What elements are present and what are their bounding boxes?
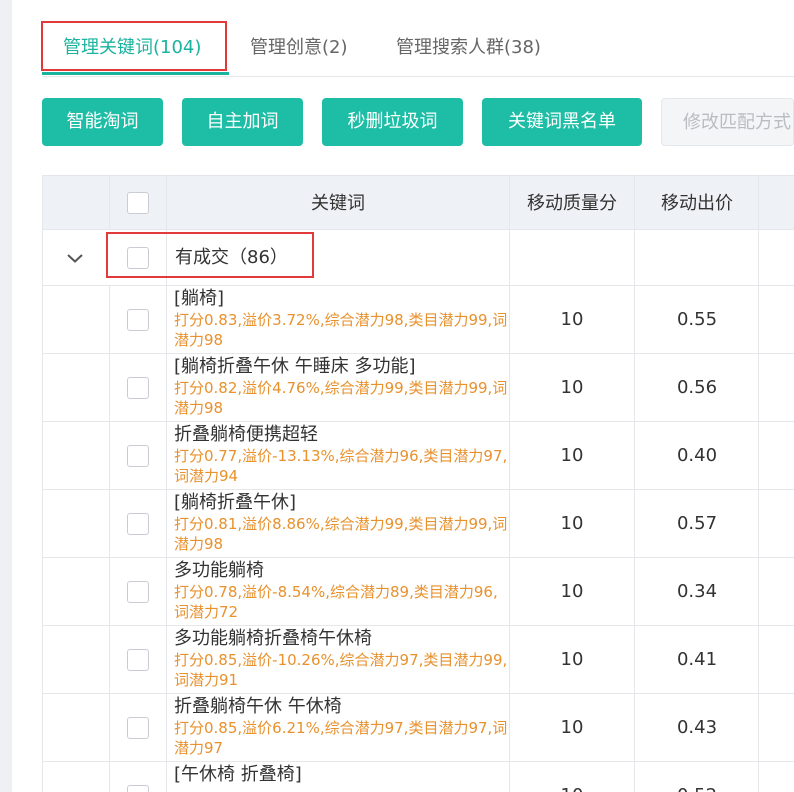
keyword-cell: 多功能躺椅 打分0.78,溢价-8.54%,综合潜力89,类目潜力96,词潜力72 <box>174 560 508 622</box>
keyword-metrics: 打分0.85,溢价-10.26%,综合潜力97,类目潜力99,词潜力91 <box>174 651 508 689</box>
tab-manage-creatives[interactable]: 管理创意(2) <box>250 22 348 74</box>
keyword-metrics: 打分0.81,溢价8.86%,综合潜力99,类目潜力99,词潜力98 <box>174 515 508 553</box>
row-checkbox[interactable] <box>127 513 149 535</box>
quality-score: 10 <box>510 762 634 792</box>
table-row: 折叠躺椅午休 午休椅 打分0.85,溢价6.21%,综合潜力97,类目潜力97,词… <box>43 694 794 762</box>
quality-score: 10 <box>560 649 584 670</box>
keyword-text: 多功能躺椅折叠椅午休椅 <box>174 628 372 649</box>
quality-score: 10 <box>560 309 584 330</box>
row-checkbox[interactable] <box>127 581 149 603</box>
keyword-cell: 多功能躺椅折叠椅午休椅 打分0.85,溢价-10.26%,综合潜力97,类目潜力9… <box>174 628 508 690</box>
table-row: 多功能躺椅 打分0.78,溢价-8.54%,综合潜力89,类目潜力96,词潜力72… <box>43 558 794 626</box>
quality-score: 10 <box>560 377 584 398</box>
mobile-bid[interactable]: 0.52 <box>635 762 759 792</box>
keyword-blacklist-button[interactable]: 关键词黑名单 <box>482 98 642 146</box>
table-row: 多功能躺椅折叠椅午休椅 打分0.85,溢价-10.26%,综合潜力97,类目潜力9… <box>43 626 794 694</box>
quality-score: 10 <box>560 717 584 738</box>
keyword-metrics: 打分0.82,溢价4.76%,综合潜力99,类目潜力99,词潜力98 <box>174 379 508 417</box>
keyword-cell: 折叠躺椅便携超轻 打分0.77,溢价-13.13%,综合潜力96,类目潜力97,词… <box>174 424 508 486</box>
keyword-text: [躺椅] <box>174 288 225 309</box>
mobile-bid[interactable]: 0.56 <box>635 354 759 422</box>
mobile-bid[interactable]: 0.43 <box>635 694 759 762</box>
keyword-text: [午休椅 折叠椅] <box>174 764 302 785</box>
column-divider <box>758 175 759 792</box>
chevron-down-icon[interactable] <box>63 246 87 270</box>
quality-score: 10 <box>560 581 584 602</box>
keyword-text: [躺椅折叠午休] <box>174 492 297 513</box>
group-row: 有成交（86） <box>43 230 794 286</box>
row-checkbox[interactable] <box>127 309 149 331</box>
keyword-text: [躺椅折叠午休 午睡床 多功能] <box>174 356 416 377</box>
modify-match-button[interactable]: 修改匹配方式 <box>661 98 794 146</box>
column-divider <box>109 286 110 792</box>
header-quality: 移动质量分 <box>527 193 617 214</box>
keyword-cell: [躺椅折叠午休] 打分0.81,溢价8.86%,综合潜力99,类目潜力99,词潜力… <box>174 492 508 554</box>
keyword-table: 关键词 移动质量分 移动出价 有成交（86） [躺椅] 打分0.83,溢价3.72… <box>42 175 794 792</box>
group-label: 有成交（86） <box>175 247 288 268</box>
keyword-cell: [躺椅] 打分0.83,溢价3.72%,综合潜力98,类目潜力99,词潜力98 <box>174 288 508 350</box>
table-row: [躺椅折叠午休] 打分0.81,溢价8.86%,综合潜力99,类目潜力99,词潜力… <box>43 490 794 558</box>
table-row: [午休椅 折叠椅] 100.52 <box>43 762 794 792</box>
column-divider <box>166 175 167 792</box>
table-header: 关键词 移动质量分 移动出价 <box>43 175 794 230</box>
select-all-checkbox[interactable] <box>127 192 149 214</box>
tab-bar: 管理关键词(104) 管理创意(2) 管理搜索人群(38) <box>42 22 794 77</box>
quality-score: 10 <box>560 445 584 466</box>
keyword-text: 多功能躺椅 <box>174 560 264 581</box>
table-row: 折叠躺椅便携超轻 打分0.77,溢价-13.13%,综合潜力96,类目潜力97,词… <box>43 422 794 490</box>
delete-junk-words-button[interactable]: 秒删垃圾词 <box>322 98 463 146</box>
row-checkbox[interactable] <box>127 445 149 467</box>
column-divider <box>634 175 635 792</box>
row-checkbox[interactable] <box>127 785 149 792</box>
mobile-bid[interactable]: 0.57 <box>635 490 759 558</box>
header-bid: 移动出价 <box>661 193 733 214</box>
keyword-metrics: 打分0.83,溢价3.72%,综合潜力98,类目潜力99,词潜力98 <box>174 311 508 349</box>
keyword-cell: [躺椅折叠午休 午睡床 多功能] 打分0.82,溢价4.76%,综合潜力99,类目… <box>174 356 508 418</box>
header-keyword: 关键词 <box>311 193 365 214</box>
keyword-cell: [午休椅 折叠椅] <box>174 764 508 786</box>
mobile-bid[interactable]: 0.55 <box>635 286 759 354</box>
keyword-text: 折叠躺椅午休 午休椅 <box>174 696 342 717</box>
smart-words-button[interactable]: 智能淘词 <box>42 98 163 146</box>
table-row: [躺椅折叠午休 午睡床 多功能] 打分0.82,溢价4.76%,综合潜力99,类目… <box>43 354 794 422</box>
mobile-bid[interactable]: 0.40 <box>635 422 759 490</box>
mobile-bid[interactable]: 0.41 <box>635 626 759 694</box>
row-checkbox[interactable] <box>127 377 149 399</box>
tab-manage-keywords[interactable]: 管理关键词(104) <box>63 22 201 74</box>
keyword-text: 折叠躺椅便携超轻 <box>174 424 318 445</box>
column-divider <box>509 175 510 792</box>
group-checkbox[interactable] <box>127 247 149 269</box>
quality-score: 10 <box>560 513 584 534</box>
keyword-metrics: 打分0.78,溢价-8.54%,综合潜力89,类目潜力96,词潜力72 <box>174 583 498 621</box>
row-checkbox[interactable] <box>127 649 149 671</box>
tab-manage-audiences[interactable]: 管理搜索人群(38) <box>396 22 541 74</box>
table-row: [躺椅] 打分0.83,溢价3.72%,综合潜力98,类目潜力99,词潜力98 10… <box>43 286 794 354</box>
column-divider <box>109 175 110 230</box>
add-words-button[interactable]: 自主加词 <box>182 98 303 146</box>
row-checkbox[interactable] <box>127 717 149 739</box>
active-tab-indicator <box>42 72 229 75</box>
keyword-metrics: 打分0.85,溢价6.21%,综合潜力97,类目潜力97,词潜力97 <box>174 719 508 757</box>
left-edge <box>0 0 12 792</box>
mobile-bid[interactable]: 0.34 <box>635 558 759 626</box>
keyword-metrics: 打分0.77,溢价-13.13%,综合潜力96,类目潜力97,词潜力94 <box>174 447 508 485</box>
keyword-cell: 折叠躺椅午休 午休椅 打分0.85,溢价6.21%,综合潜力97,类目潜力97,词… <box>174 696 508 758</box>
